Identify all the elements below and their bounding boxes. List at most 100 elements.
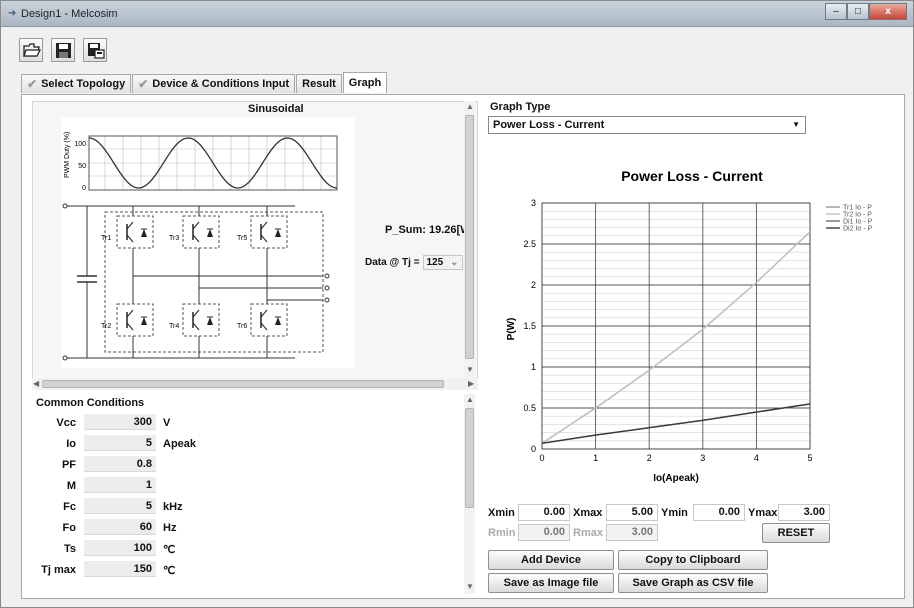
condition-value[interactable]: 100 <box>84 540 156 556</box>
tab-graph[interactable]: Graph <box>342 72 388 93</box>
rmin-label: Rmin <box>488 527 516 539</box>
y-tick-label: 2.5 <box>523 239 536 249</box>
condition-unit: ℃ <box>163 544 176 556</box>
x-tick-label: 0 <box>539 453 544 463</box>
chart-title: Power Loss - Current <box>621 168 763 184</box>
psum-value: P_Sum: 19.26[W] <box>385 224 475 236</box>
condition-row-vcc: Vcc 300 V <box>32 414 232 432</box>
condition-value[interactable]: 0.8 <box>84 456 156 472</box>
y-axis-label: P(W) <box>506 318 517 341</box>
condition-unit: Apeak <box>163 438 197 450</box>
condition-row-ts: Ts 100 ℃ <box>32 540 232 558</box>
open-button[interactable] <box>19 38 43 62</box>
tj-dropdown[interactable]: 125 ⌄ <box>422 255 463 270</box>
scroll-right-icon: ▶ <box>468 379 475 388</box>
tab-label: Result <box>302 78 336 90</box>
inverter-diagram: PWM Duty (%) 100 50 0 Tr1 Tr3 Tr5 Tr2 Tr… <box>61 118 355 368</box>
ymin-input[interactable]: 0.00 <box>693 504 745 521</box>
condition-value[interactable]: 60 <box>84 519 156 535</box>
preview-vertical-scrollbar[interactable]: ▲ ▼ <box>464 101 475 378</box>
conditions-vertical-scrollbar[interactable]: ▲ ▼ <box>464 394 475 594</box>
inverter-schematic: PWM Duty (%) 100 50 0 Tr1 Tr3 Tr5 Tr2 Tr… <box>62 132 338 361</box>
condition-label: Tj max <box>41 564 76 576</box>
graph-type-value: Power Loss - Current <box>493 119 605 131</box>
save-csv-button[interactable]: Save Graph as CSV file <box>618 573 768 593</box>
xmin-input[interactable]: 0.00 <box>518 504 570 521</box>
scrollbar-thumb[interactable] <box>465 115 474 359</box>
y-tick-label: 1 <box>531 362 536 372</box>
condition-label: Vcc <box>56 417 76 429</box>
series-line <box>541 403 811 444</box>
condition-row-fc: Fc 5 kHz <box>32 498 232 516</box>
axis-range-row: Xmin 0.00 Xmax 5.00 Ymin 0.00 Ymax 3.00 <box>488 504 902 522</box>
duty-ytick: 0 <box>82 185 86 192</box>
condition-value[interactable]: 5 <box>84 435 156 451</box>
igbt-switch <box>116 303 154 337</box>
series-line <box>541 231 811 444</box>
scroll-down-icon: ▼ <box>466 582 474 591</box>
tab-label: Graph <box>348 77 382 89</box>
condition-value[interactable]: 300 <box>84 414 156 430</box>
save-button[interactable] <box>51 38 75 62</box>
diagram-title: Sinusoidal <box>248 103 304 115</box>
add-device-button[interactable]: Add Device <box>488 550 614 570</box>
condition-row-pf: PF 0.8 <box>32 456 232 474</box>
graph-type-dropdown[interactable]: Power Loss - Current ▼ <box>488 116 806 134</box>
igbt-switch <box>250 303 288 337</box>
series-line <box>541 231 811 444</box>
x-axis-label: Io(Apeak) <box>653 473 699 484</box>
minimize-button[interactable]: – <box>825 3 847 20</box>
xmax-input[interactable]: 5.00 <box>606 504 658 521</box>
maximize-button[interactable]: □ <box>847 3 869 20</box>
rmax-input: 3.00 <box>606 524 658 541</box>
rmin-input: 0.00 <box>518 524 570 541</box>
tab-label: Device & Conditions Input <box>152 78 290 90</box>
condition-unit: ℃ <box>163 565 176 577</box>
switch-label-tr5: Tr5 <box>237 235 247 242</box>
ymax-input[interactable]: 3.00 <box>778 504 830 521</box>
ymax-label: Ymax <box>748 507 778 519</box>
tab-device-conditions[interactable]: ✔ Device & Conditions Input <box>132 74 296 93</box>
condition-unit: V <box>163 417 171 429</box>
save-as-button[interactable] <box>83 38 107 62</box>
condition-label: Ts <box>63 543 76 555</box>
preview-horizontal-scrollbar[interactable]: ◀ ▶ <box>32 378 478 390</box>
tab-strip: ✔ Select Topology ✔ Device & Conditions … <box>21 72 388 94</box>
tj-selector-row: Data @ Tj = 125 ⌄ <box>365 255 463 270</box>
condition-value[interactable]: 1 <box>84 477 156 493</box>
copy-to-clipboard-button[interactable]: Copy to Clipboard <box>618 550 768 570</box>
x-tick-label: 5 <box>807 453 812 463</box>
reset-button[interactable]: RESET <box>762 523 830 543</box>
ymin-label: Ymin <box>661 507 688 519</box>
igbt-switch <box>182 215 220 249</box>
condition-value[interactable]: 5 <box>84 498 156 514</box>
range-row: Rmin 0.00 Rmax 3.00 <box>488 524 902 542</box>
scrollbar-thumb[interactable] <box>465 408 474 508</box>
condition-label: Io <box>66 438 76 450</box>
app-window: ➜ Design1 - Melcosim – □ x ✔ Select Topo… <box>0 0 914 608</box>
scrollbar-thumb[interactable] <box>42 380 444 388</box>
condition-unit: Hz <box>163 522 177 534</box>
tab-select-topology[interactable]: ✔ Select Topology <box>21 74 132 93</box>
y-tick-label: 3 <box>531 198 536 208</box>
switch-label-tr6: Tr6 <box>237 323 247 330</box>
tab-result[interactable]: Result <box>296 74 342 93</box>
condition-value[interactable]: 150 <box>84 561 156 577</box>
duty-ylabel: PWM Duty (%) <box>64 132 71 178</box>
condition-label: PF <box>61 459 76 471</box>
save-as-icon <box>88 43 105 59</box>
y-tick-label: 2 <box>531 280 536 290</box>
duty-ytick: 50 <box>78 163 86 170</box>
condition-label: Fc <box>63 501 76 513</box>
legend-entry: Di1 Io - P <box>843 219 873 226</box>
chart-series <box>541 231 811 444</box>
close-button[interactable]: x <box>869 3 907 20</box>
duty-ytick: 100 <box>74 141 86 148</box>
condition-row-tjmax: Tj max 150 ℃ <box>32 561 232 579</box>
save-image-button[interactable]: Save as Image file <box>488 573 614 593</box>
chart-legend: Tr1 Io - PTr2 Io - PDi1 Io - PDi2 Io - P <box>826 205 873 233</box>
condition-row-fo: Fo 60 Hz <box>32 519 232 537</box>
graph-pane: Graph Type Power Loss - Current ▼ Power … <box>488 101 902 596</box>
xmin-label: Xmin <box>488 507 515 519</box>
tj-value: 125 <box>426 257 444 268</box>
